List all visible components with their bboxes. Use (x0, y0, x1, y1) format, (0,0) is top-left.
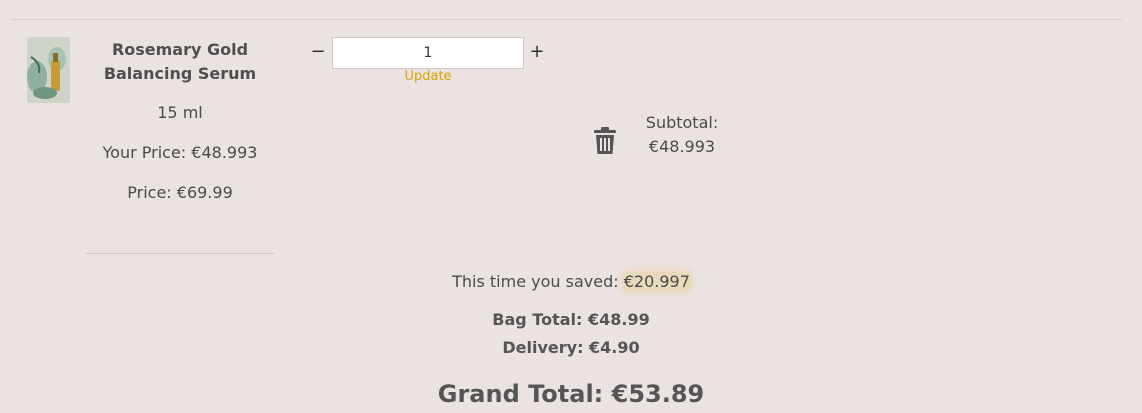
subtotal-label: Subtotal: (645, 113, 719, 132)
product-name[interactable]: Rosemary Gold Balancing Serum (86, 38, 274, 86)
product-thumbnail[interactable] (27, 37, 70, 103)
product-image (27, 37, 70, 103)
subtotal-value: €48.993 (648, 137, 716, 156)
trash-icon[interactable] (593, 127, 617, 155)
quantity-input[interactable] (332, 37, 524, 69)
decrease-quantity-button[interactable]: − (308, 40, 328, 64)
delivery-cost: Delivery: €4.90 (502, 338, 640, 357)
update-quantity-link[interactable]: Update (332, 69, 524, 84)
product-divider (86, 253, 274, 254)
product-name-line-1: Rosemary Gold (111, 40, 249, 59)
savings-line: This time you saved: €20.997 (0, 270, 1142, 294)
product-name-line-2: Balancing Serum (103, 64, 257, 83)
savings-amount: €20.997 (623, 272, 690, 291)
top-divider (12, 19, 1122, 20)
product-size: 15 ml (157, 103, 203, 122)
increase-quantity-button[interactable]: + (527, 40, 547, 64)
your-price: Your Price: €48.993 (102, 143, 258, 162)
grand-total: Grand Total: €53.89 (437, 380, 705, 408)
savings-label: This time you saved: (452, 272, 624, 291)
original-price: Price: €69.99 (127, 183, 233, 202)
bag-total: Bag Total: €48.99 (492, 310, 650, 329)
